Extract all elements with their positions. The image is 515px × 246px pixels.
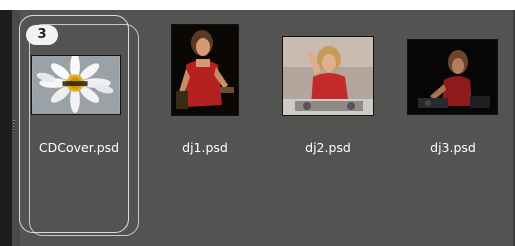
- filename-label-dj1: dj1.psd: [182, 140, 228, 155]
- content-browser-window: 3 CDCover.psd dj1.psd dj2.psd dj3.psd: [0, 0, 515, 246]
- daisy-artwork-image: [32, 56, 120, 114]
- dj2-photo-image: [283, 37, 373, 115]
- filename-label-dj3: dj3.psd: [430, 140, 476, 155]
- thumbnail-dj2[interactable]: [282, 36, 374, 116]
- filename-label-cdcover: CDCover.psd: [38, 140, 120, 155]
- stack-count-badge[interactable]: 3: [26, 25, 58, 45]
- left-panel-edge: [0, 10, 12, 246]
- dj3-photo-image: [408, 40, 497, 114]
- top-edge: [0, 0, 515, 10]
- splitter-grip-icon[interactable]: [13, 120, 15, 134]
- stack-item-cdcover[interactable]: [19, 15, 129, 233]
- filename-label-dj2: dj2.psd: [305, 140, 351, 155]
- dj1-photo-image: [172, 25, 238, 115]
- thumbnail-dj1[interactable]: [171, 24, 239, 116]
- thumbnail-cdcover[interactable]: [31, 55, 121, 115]
- thumbnail-dj3[interactable]: [407, 39, 498, 115]
